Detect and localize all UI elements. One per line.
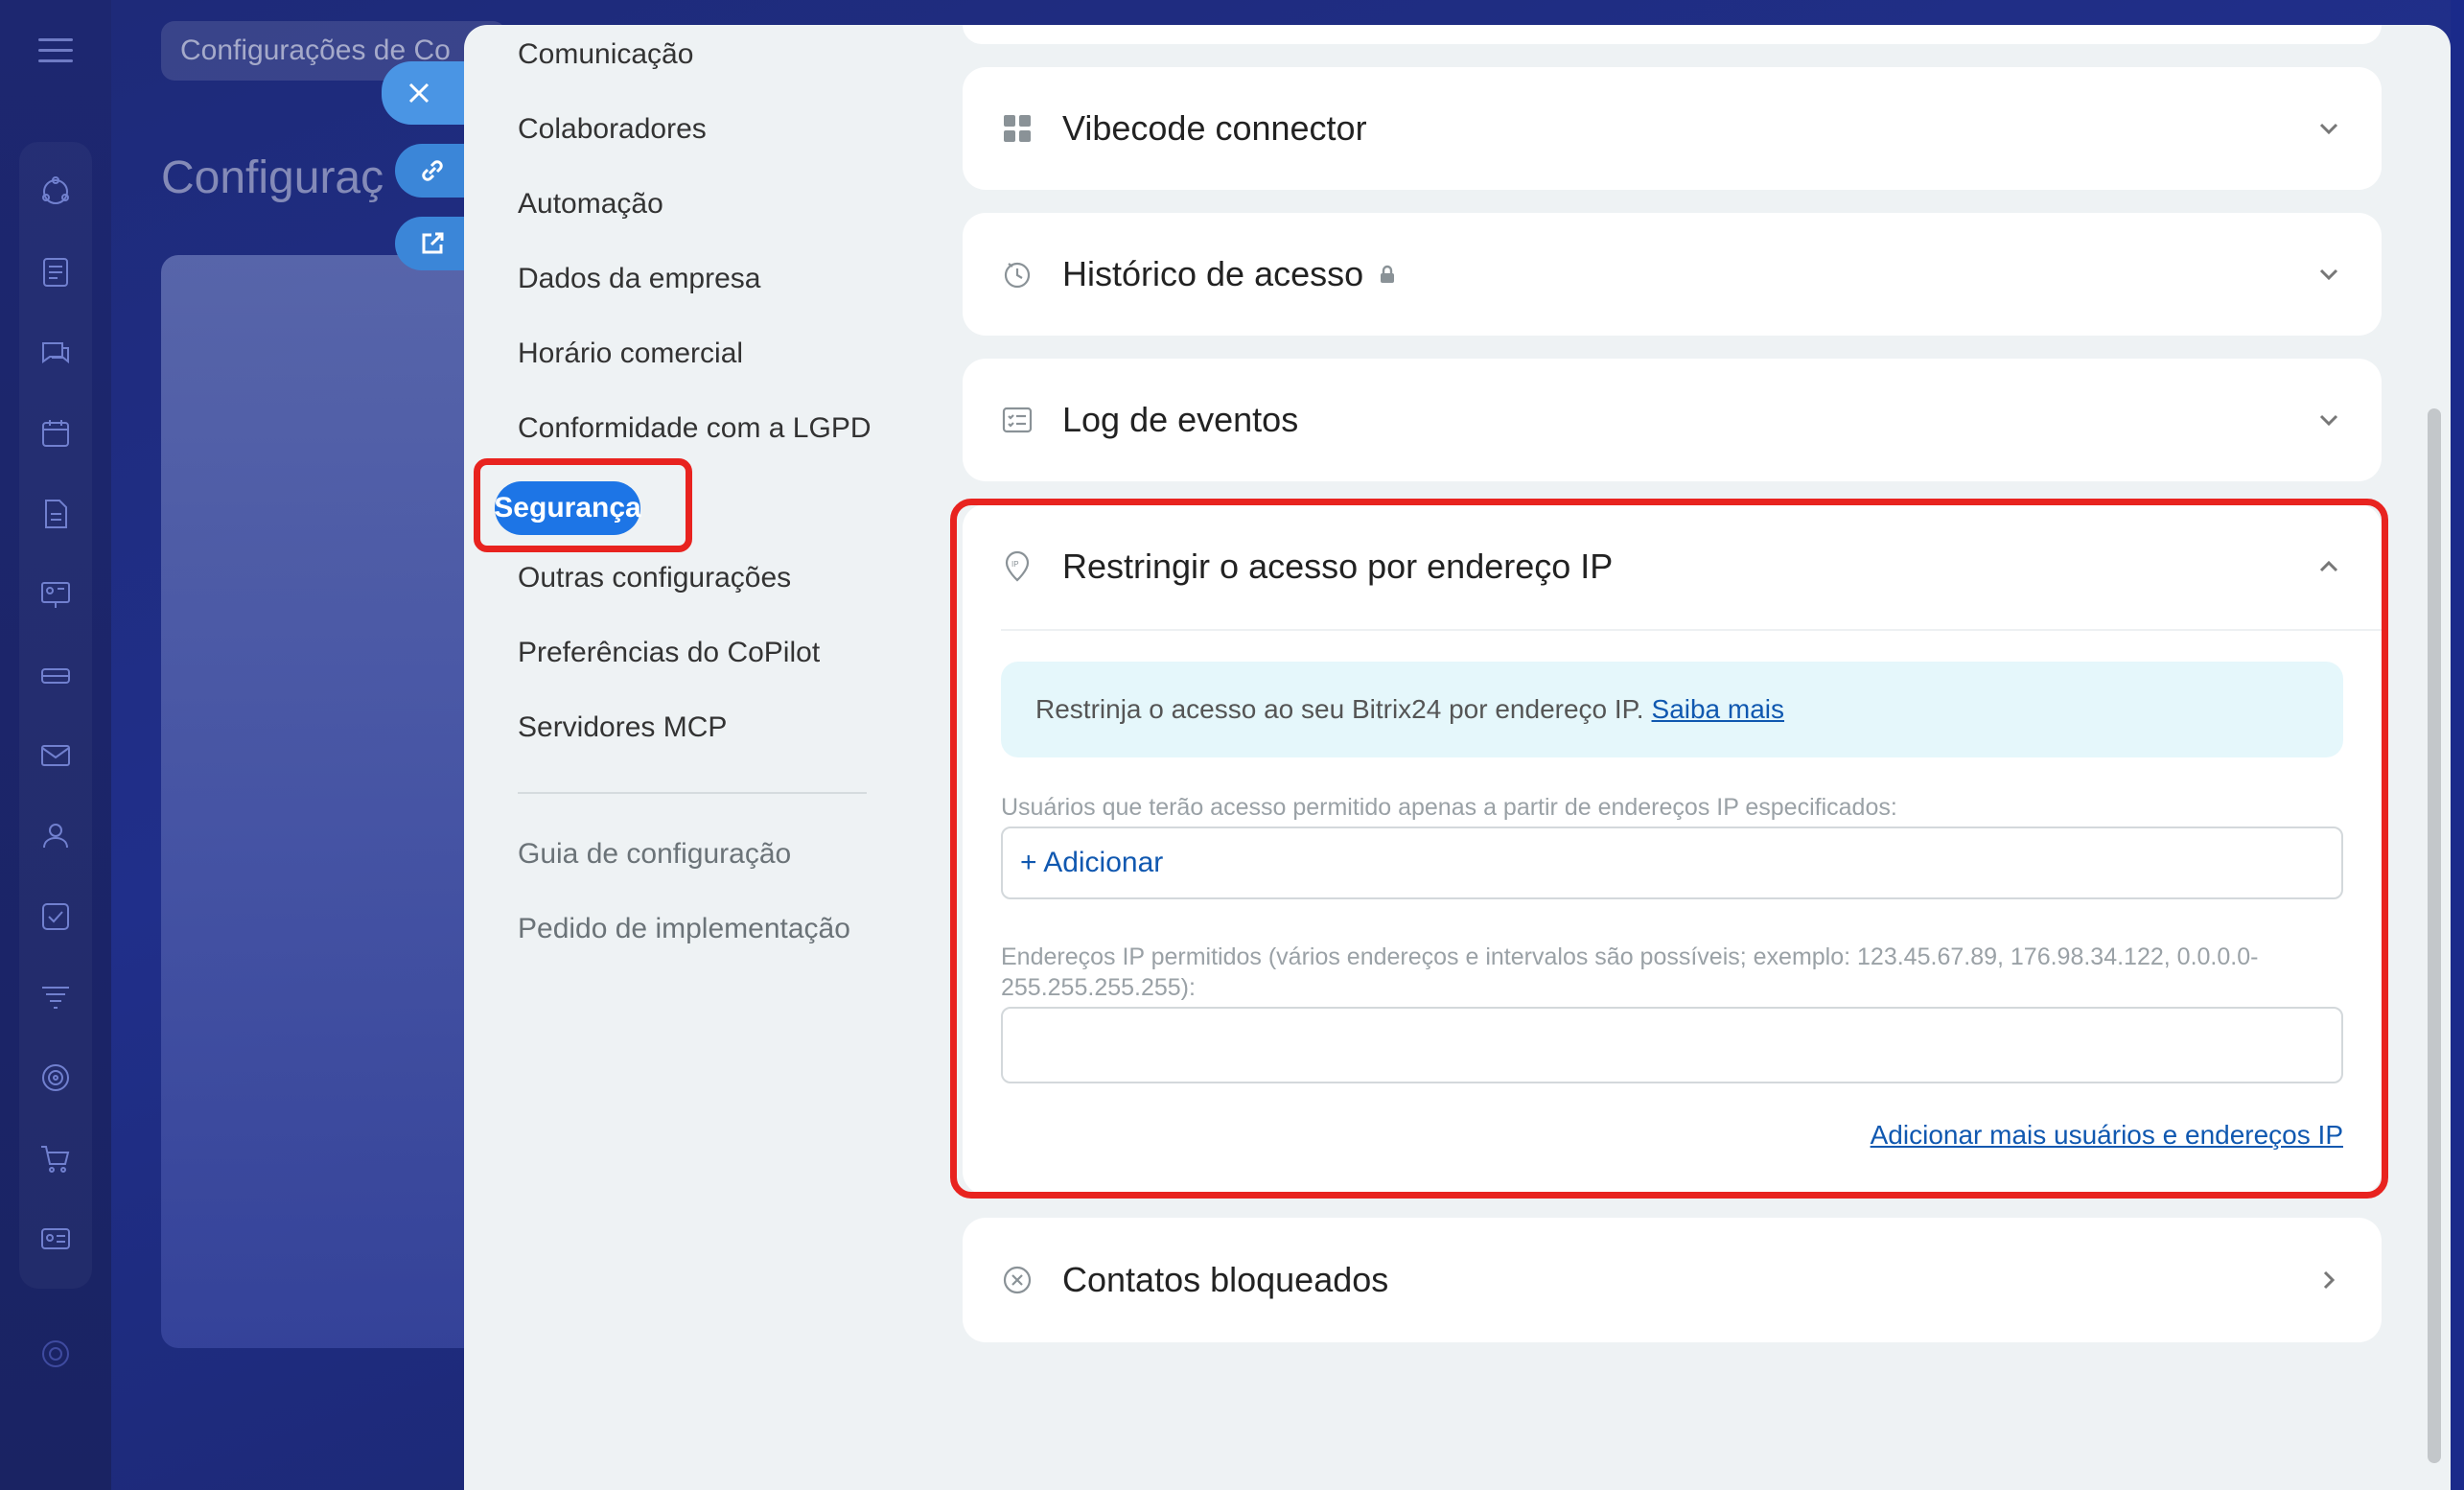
close-slider-button[interactable] bbox=[382, 61, 474, 125]
menu-item-comunicacao[interactable]: Comunicação bbox=[518, 38, 693, 71]
window-edge bbox=[2451, 0, 2464, 1490]
highlight-frame-ip-card bbox=[950, 499, 2388, 1199]
menu-item-colaboradores[interactable]: Colaboradores bbox=[518, 113, 707, 146]
card-contatos-bloqueados[interactable]: Contatos bloqueados bbox=[963, 1218, 2382, 1342]
chevron-down-icon[interactable] bbox=[2314, 260, 2343, 289]
settings-icon[interactable] bbox=[38, 1337, 73, 1371]
grid-icon bbox=[1001, 112, 1034, 145]
menu-item-dados-empresa[interactable]: Dados da empresa bbox=[518, 263, 760, 295]
menu-icon[interactable] bbox=[38, 38, 73, 63]
checklist-icon bbox=[1001, 404, 1034, 436]
card-vibecode[interactable]: Vibecode connector bbox=[963, 67, 2382, 190]
menu-item-automacao[interactable]: Automação bbox=[518, 188, 663, 221]
previous-card-edge bbox=[963, 25, 2382, 44]
menu-item-horario[interactable]: Horário comercial bbox=[518, 338, 743, 370]
mail-icon[interactable] bbox=[19, 715, 92, 796]
card-log-eventos[interactable]: Log de eventos bbox=[963, 359, 2382, 481]
funnel-icon[interactable] bbox=[19, 957, 92, 1037]
card-title-bloqueados: Contatos bloqueados bbox=[1062, 1260, 1389, 1299]
scrollbar[interactable] bbox=[2428, 408, 2441, 1463]
chat-icon[interactable] bbox=[19, 313, 92, 393]
chevron-down-icon[interactable] bbox=[2314, 406, 2343, 434]
menu-item-lgpd[interactable]: Conformidade com a LGPD bbox=[518, 412, 872, 445]
blocked-icon bbox=[1001, 1264, 1034, 1296]
activity-icon[interactable] bbox=[19, 151, 92, 232]
board-icon[interactable] bbox=[19, 554, 92, 635]
external-link-icon bbox=[422, 232, 444, 254]
document-icon[interactable] bbox=[19, 474, 92, 554]
open-new-window-button[interactable] bbox=[395, 217, 474, 270]
feed-icon[interactable] bbox=[19, 232, 92, 313]
app-sidebar bbox=[0, 0, 111, 1490]
highlight-frame-menu bbox=[474, 458, 692, 552]
cart-icon[interactable] bbox=[19, 1118, 92, 1199]
chevron-down-icon[interactable] bbox=[2314, 114, 2343, 143]
lock-icon bbox=[1377, 264, 1398, 285]
id-card-icon[interactable] bbox=[19, 1199, 92, 1279]
menu-item-guia[interactable]: Guia de configuração bbox=[518, 838, 791, 871]
menu-item-pedido[interactable]: Pedido de implementação bbox=[518, 913, 850, 945]
menu-item-copilot[interactable]: Preferências do CoPilot bbox=[518, 637, 820, 669]
drive-icon[interactable] bbox=[19, 635, 92, 715]
card-title-log: Log de eventos bbox=[1062, 400, 1299, 439]
target-icon[interactable] bbox=[19, 1037, 92, 1118]
users-icon[interactable] bbox=[19, 796, 92, 876]
menu-divider bbox=[518, 792, 867, 794]
menu-item-outras[interactable]: Outras configurações bbox=[518, 562, 791, 594]
calendar-icon[interactable] bbox=[19, 393, 92, 474]
card-title-historico: Histórico de acesso bbox=[1062, 254, 1364, 293]
tasks-icon[interactable] bbox=[19, 876, 92, 957]
settings-menu: Comunicação Colaboradores Automação Dado… bbox=[464, 25, 924, 1490]
menu-item-mcp[interactable]: Servidores MCP bbox=[518, 711, 727, 744]
close-icon bbox=[408, 82, 430, 104]
card-title-vibecode: Vibecode connector bbox=[1062, 108, 1367, 148]
app-nav bbox=[19, 142, 92, 1289]
link-icon bbox=[422, 160, 443, 181]
settings-slider: Comunicação Colaboradores Automação Dado… bbox=[464, 25, 2451, 1490]
history-icon bbox=[1001, 258, 1034, 291]
background-card bbox=[161, 255, 506, 1348]
chevron-right-icon[interactable] bbox=[2314, 1266, 2343, 1294]
copy-link-button[interactable] bbox=[395, 144, 474, 198]
card-historico[interactable]: Histórico de acesso bbox=[963, 213, 2382, 336]
